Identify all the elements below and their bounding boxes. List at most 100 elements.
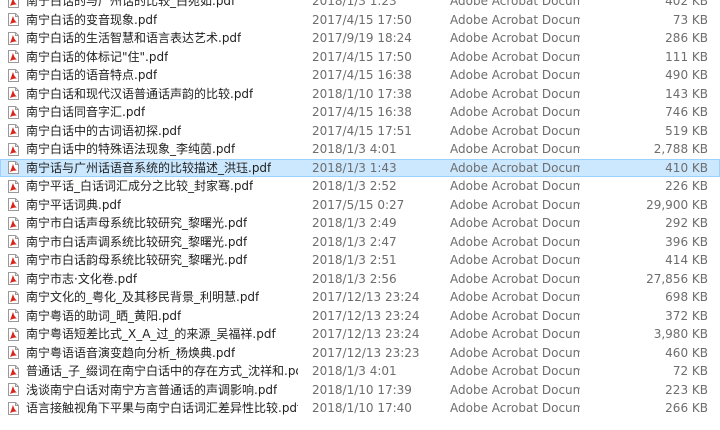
file-row[interactable]: 南宁白话的生活智慧和语言表达艺术.pdf 2017/9/19 18:24 Adobe… <box>0 29 720 48</box>
file-date-modified: 2018/1/3 2:47 <box>312 234 397 249</box>
file-name-cell[interactable]: 南宁平话词典.pdf <box>8 196 298 215</box>
pdf-file-icon <box>8 401 19 415</box>
file-date-modified: 2018/1/3 2:52 <box>312 179 397 193</box>
file-row[interactable]: 浅谈南宁白话对南宁方言普通话的声调影响.pdf 2018/1/10 17:39 Ad… <box>0 381 720 400</box>
file-row[interactable]: 南宁粤语的助词_晒_黄阳.pdf 2017/12/13 23:24 Adobe Ac… <box>0 307 720 326</box>
file-type: Adobe Acrobat Docum... <box>450 12 580 27</box>
file-size: 414 KB <box>665 253 708 267</box>
file-row[interactable]: 语言接触视角下平果与南宁白话词汇差异性比较.pdf 2018/1/10 17:40… <box>0 399 720 418</box>
file-name: 南宁市白话韵母系统比较研究_黎曙光.pdf <box>26 253 248 267</box>
file-row[interactable]: 南宁白话的语音特点.pdf 2017/4/15 16:38 Adobe Acroba… <box>0 66 720 85</box>
file-size: 286 KB <box>665 31 708 45</box>
file-date-modified: 2018/1/10 17:38 <box>312 86 412 101</box>
file-row[interactable]: 南宁白话和现代汉语普通话声韵的比较.pdf 2018/1/10 17:38 Adob… <box>0 85 720 104</box>
file-name: 南宁平话_白话词汇成分之比较_封家骞.pdf <box>26 179 254 193</box>
file-row[interactable]: 南宁白话的与广州话的比较_白宛如.pdf 2018/1/3 1:23 Adobe A… <box>0 0 720 11</box>
file-type: Adobe Acrobat Docum... <box>450 179 580 193</box>
file-row[interactable]: 南宁白话同音字汇.pdf 2017/4/15 16:38 Adobe Acrobat… <box>0 103 720 122</box>
file-size: 402 KB <box>665 0 708 8</box>
file-row[interactable]: 南宁平话_白话词汇成分之比较_封家骞.pdf 2018/1/3 2:52 Adobe… <box>0 177 720 196</box>
file-name: 南宁粤语语音演变趋向分析_杨焕典.pdf <box>26 345 236 360</box>
file-name-cell[interactable]: 南宁市白话韵母系统比较研究_黎曙光.pdf <box>8 251 298 270</box>
file-size: 73 KB <box>672 12 708 27</box>
file-name-cell[interactable]: 南宁白话的语音特点.pdf <box>8 66 298 85</box>
file-name: 南宁白话中的古词语初探.pdf <box>26 123 182 138</box>
file-name-cell[interactable]: 南宁白话的生活智慧和语言表达艺术.pdf <box>8 29 298 48</box>
file-row[interactable]: 南宁白话中的古词语初探.pdf 2017/4/15 17:51 Adobe Acro… <box>0 122 720 141</box>
file-name: 南宁话与广州话语音系统的比较描述_洪珏.pdf <box>26 160 272 175</box>
file-name-cell[interactable]: 南宁粤语短差比式_X_A_过_的来源_吴福祥.pdf <box>8 325 298 344</box>
file-row[interactable]: 南宁市白话声母系统比较研究_黎曙光.pdf 2018/1/3 2:49 Adobe … <box>0 214 720 233</box>
file-date-modified: 2018/1/3 2:56 <box>312 271 397 286</box>
file-type: Adobe Acrobat Docum... <box>450 197 580 212</box>
file-row[interactable]: 南宁文化的_粤化_及其移民背景_利明慧.pdf 2017/12/13 23:24 A… <box>0 288 720 307</box>
pdf-file-icon <box>8 272 19 286</box>
file-name-cell[interactable]: 南宁市白话声调系统比较研究_黎曙光.pdf <box>8 233 298 252</box>
file-size: 410 KB <box>665 160 708 175</box>
file-date-modified: 2017/5/15 0:27 <box>312 197 405 212</box>
pdf-file-icon <box>8 235 19 249</box>
file-name: 南宁白话的与广州话的比较_白宛如.pdf <box>26 0 236 8</box>
file-name-cell[interactable]: 普通话_子_缀词在南宁白话中的存在方式_沈祥和.pdf <box>8 362 298 381</box>
pdf-file-icon <box>8 253 19 267</box>
file-name-cell[interactable]: 南宁白话的与广州话的比较_白宛如.pdf <box>8 0 298 11</box>
file-name-cell[interactable]: 南宁白话中的古词语初探.pdf <box>8 122 298 141</box>
pdf-file-icon <box>8 309 19 323</box>
file-name: 南宁白话的语音特点.pdf <box>26 68 158 82</box>
file-type: Adobe Acrobat Docum... <box>450 0 580 8</box>
file-size: 226 KB <box>665 179 708 193</box>
pdf-file-icon <box>8 142 19 156</box>
file-name-cell[interactable]: 南宁白话中的特殊语法现象_李纯茵.pdf <box>8 140 298 159</box>
file-row[interactable]: 南宁粤语语音演变趋向分析_杨焕典.pdf 2017/12/13 23:23 Adob… <box>0 344 720 363</box>
pdf-file-icon <box>8 327 19 341</box>
file-row[interactable]: 南宁话与广州话语音系统的比较描述_洪珏.pdf 2018/1/3 1:43 Adob… <box>0 158 720 178</box>
file-type: Adobe Acrobat Docum... <box>450 31 580 45</box>
file-date-modified: 2018/1/3 4:01 <box>312 142 397 156</box>
file-row[interactable]: 南宁平话词典.pdf 2017/5/15 0:27 Adobe Acrobat Do… <box>0 196 720 215</box>
file-name-cell[interactable]: 南宁白话同音字汇.pdf <box>8 103 298 122</box>
file-date-modified: 2018/1/3 2:51 <box>312 253 397 267</box>
pdf-file-icon <box>8 346 19 360</box>
file-name-cell[interactable]: 南宁粤语语音演变趋向分析_杨焕典.pdf <box>8 344 298 363</box>
file-name-cell[interactable]: 浅谈南宁白话对南宁方言普通话的声调影响.pdf <box>8 381 298 400</box>
file-date-modified: 2017/12/13 23:23 <box>312 345 420 360</box>
file-size: 460 KB <box>665 345 708 360</box>
file-name-cell[interactable]: 南宁粤语的助词_晒_黄阳.pdf <box>8 307 298 326</box>
file-row[interactable]: 南宁白话的体标记"住".pdf 2017/4/15 17:50 Adobe Acro… <box>0 48 720 67</box>
file-name: 南宁白话中的特殊语法现象_李纯茵.pdf <box>26 142 236 156</box>
file-date-modified: 2017/12/13 23:24 <box>312 327 420 341</box>
file-type: Adobe Acrobat Docum... <box>450 160 580 175</box>
file-size: 292 KB <box>665 216 708 230</box>
pdf-file-icon <box>8 364 19 378</box>
file-name-cell[interactable]: 南宁市志·文化卷.pdf <box>8 270 298 289</box>
file-row[interactable]: 南宁粤语短差比式_X_A_过_的来源_吴福祥.pdf 2017/12/13 23:… <box>0 325 720 344</box>
file-date-modified: 2017/4/15 16:38 <box>312 68 412 82</box>
file-name-cell[interactable]: 南宁白话的变音现象.pdf <box>8 11 298 30</box>
file-date-modified: 2017/12/13 23:24 <box>312 308 420 323</box>
file-name-cell[interactable]: 南宁白话和现代汉语普通话声韵的比较.pdf <box>8 85 298 104</box>
file-row[interactable]: 南宁市白话韵母系统比较研究_黎曙光.pdf 2018/1/3 2:51 Adobe … <box>0 251 720 270</box>
file-type: Adobe Acrobat Docum... <box>450 327 580 341</box>
file-name: 南宁平话词典.pdf <box>26 197 122 212</box>
file-name: 南宁白话的生活智慧和语言表达艺术.pdf <box>26 31 242 45</box>
pdf-file-icon <box>8 124 19 138</box>
file-row[interactable]: 普通话_子_缀词在南宁白话中的存在方式_沈祥和.pdf 2018/1/3 4:01… <box>0 362 720 381</box>
file-row[interactable]: 南宁市志·文化卷.pdf 2018/1/3 2:56 Adobe Acrobat D… <box>0 270 720 289</box>
pdf-file-icon <box>8 13 19 27</box>
file-row[interactable]: 南宁白话的变音现象.pdf 2017/4/15 17:50 Adobe Acroba… <box>0 11 720 30</box>
file-name-cell[interactable]: 南宁文化的_粤化_及其移民背景_利明慧.pdf <box>8 288 298 307</box>
file-name-cell[interactable]: 南宁市白话声母系统比较研究_黎曙光.pdf <box>8 214 298 233</box>
file-name-cell[interactable]: 南宁平话_白话词汇成分之比较_封家骞.pdf <box>8 177 298 196</box>
file-type: Adobe Acrobat Docum... <box>450 86 580 101</box>
file-row[interactable]: 南宁市白话声调系统比较研究_黎曙光.pdf 2018/1/3 2:47 Adobe … <box>0 233 720 252</box>
file-name-cell[interactable]: 南宁白话的体标记"住".pdf <box>8 48 298 67</box>
file-name-cell[interactable]: 南宁话与广州话语音系统的比较描述_洪珏.pdf <box>8 159 298 178</box>
file-name: 南宁文化的_粤化_及其移民背景_利明慧.pdf <box>26 290 260 304</box>
file-type: Adobe Acrobat Docum... <box>450 401 580 415</box>
file-size: 746 KB <box>665 105 708 119</box>
file-type: Adobe Acrobat Docum... <box>450 345 580 360</box>
file-row[interactable]: 南宁白话中的特殊语法现象_李纯茵.pdf 2018/1/3 4:01 Adobe A… <box>0 140 720 159</box>
file-size: 223 KB <box>665 382 708 397</box>
file-name-cell[interactable]: 语言接触视角下平果与南宁白话词汇差异性比较.pdf <box>8 399 298 418</box>
file-type: Adobe Acrobat Docum... <box>450 216 580 230</box>
